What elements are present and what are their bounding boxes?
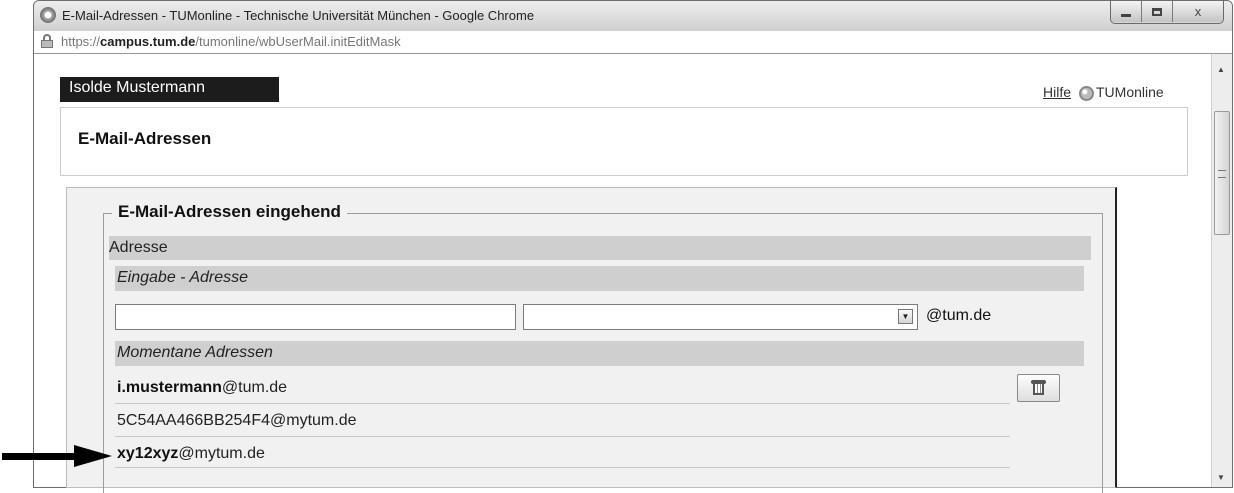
current-addresses-header: Momentane Adressen: [115, 341, 1084, 366]
lock-icon: [41, 34, 53, 48]
minimize-button[interactable]: [1111, 1, 1142, 22]
content-panel: E-Mail-Adressen eingehend: [66, 187, 1117, 493]
user-name-tab[interactable]: Isolde Mustermann: [60, 77, 279, 102]
address-input[interactable]: [115, 304, 516, 330]
address-domain: 5C54AA466BB254F4@mytum.de: [117, 412, 357, 429]
page-title: E-Mail-Adressen: [78, 129, 212, 148]
url-prefix: https://: [61, 34, 101, 49]
tumonline-logo-icon: [1079, 86, 1094, 101]
delete-address-button[interactable]: [1017, 374, 1060, 402]
maximize-icon: [1152, 7, 1162, 16]
domain-suffix: @tum.de: [926, 307, 992, 324]
close-icon: x: [1194, 4, 1202, 19]
chevron-down-icon[interactable]: ▼: [898, 309, 913, 324]
address-local-part: xy12xyz: [117, 445, 179, 462]
vertical-scrollbar[interactable]: ▲ ▼: [1211, 54, 1232, 487]
address-row-1: i.mustermann@tum.de: [117, 379, 287, 397]
url-domain: campus.tum.de: [100, 34, 196, 49]
chrome-icon: [40, 7, 56, 23]
row-divider: [115, 436, 1010, 437]
close-button[interactable]: x: [1173, 1, 1223, 22]
scroll-up-icon[interactable]: ▲: [1217, 65, 1225, 74]
scrollbar-thumb[interactable]: [1214, 111, 1230, 235]
address-domain: @mytum.de: [178, 445, 265, 462]
minimize-icon: [1121, 14, 1131, 17]
tumonline-logo-text[interactable]: TUMonline: [1096, 84, 1164, 100]
row-divider: [115, 467, 1010, 468]
maximize-button[interactable]: [1142, 1, 1173, 22]
page-header: E-Mail-Adressen: [60, 107, 1188, 176]
address-bar[interactable]: https://campus.tum.de/tumonline/wbUserMa…: [34, 31, 1232, 54]
trash-icon: [1031, 380, 1046, 395]
address-local-part: i.mustermann: [117, 379, 222, 396]
input-address-header: Eingabe - Adresse: [115, 266, 1084, 291]
grip-icon: [1218, 170, 1226, 178]
url-text[interactable]: https://campus.tum.de/tumonline/wbUserMa…: [61, 34, 401, 49]
help-link[interactable]: Hilfe: [1043, 84, 1071, 100]
window-controls: x: [1110, 1, 1224, 24]
url-path: /tumonline/wbUserMail.initEditMask: [195, 34, 401, 49]
address-header: Adresse: [109, 236, 1091, 260]
window-title: E-Mail-Adressen - TUMonline - Technische…: [62, 8, 535, 23]
pointer-arrow-icon: [2, 445, 112, 467]
address-row-3: xy12xyz@mytum.de: [117, 445, 265, 463]
title-bar: E-Mail-Adressen - TUMonline - Technische…: [34, 1, 1232, 31]
section-title: E-Mail-Adressen eingehend: [112, 202, 347, 222]
address-domain: @tum.de: [221, 379, 288, 396]
row-divider: [115, 403, 1010, 404]
address-row-2: 5C54AA466BB254F4@mytum.de: [117, 412, 356, 430]
scroll-down-icon[interactable]: ▼: [1217, 473, 1225, 482]
domain-select[interactable]: ▼: [523, 304, 918, 330]
